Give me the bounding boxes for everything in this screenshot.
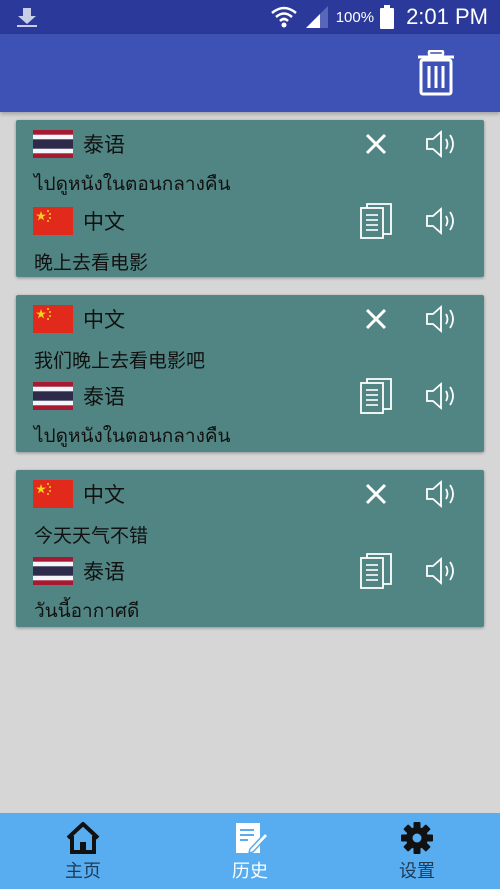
- target-language-label: 泰语: [83, 385, 125, 409]
- target-language-label: 中文: [83, 210, 125, 234]
- source-language-row: 泰语: [16, 126, 484, 162]
- wifi-icon: [270, 6, 297, 28]
- thailand-flag-icon: [33, 382, 73, 410]
- source-language-label: 泰语: [83, 133, 125, 157]
- bottom-nav: 主页 历史 设置: [0, 813, 500, 889]
- target-language-row: 泰语: [16, 553, 484, 589]
- status-clock: 2:01 PM: [406, 4, 488, 29]
- source-text-row: 我们晚上去看电影吧: [16, 341, 484, 377]
- delete-entry-button[interactable]: [358, 301, 394, 337]
- history-card[interactable]: 中文 我们晚上去看电影吧 泰语 ไปดูหนังในตอนกลางคืน: [16, 295, 484, 452]
- app-bar: [0, 34, 500, 112]
- play-target-button[interactable]: [424, 378, 460, 414]
- play-source-button[interactable]: [424, 301, 460, 337]
- china-flag-icon: [33, 480, 73, 508]
- source-text: 今天天气不错: [34, 524, 149, 547]
- source-text-row: ไปดูหนังในตอนกลางคืน: [16, 166, 484, 202]
- nav-home[interactable]: 主页: [33, 813, 133, 889]
- delete-entry-button[interactable]: [358, 476, 394, 512]
- copy-icon: [360, 553, 392, 589]
- battery-percent: 100%: [335, 8, 375, 26]
- speaker-icon: [426, 557, 454, 585]
- copy-translation-button[interactable]: [358, 378, 394, 414]
- speaker-icon: [426, 382, 454, 410]
- source-language-label: 中文: [83, 483, 125, 507]
- copy-translation-button[interactable]: [358, 553, 394, 589]
- target-text-row: 晚上去看电影: [16, 243, 484, 279]
- speaker-icon: [426, 130, 454, 158]
- speaker-icon: [426, 207, 454, 235]
- history-card[interactable]: 中文 今天天气不错 泰语 วันนี้อากาศดี: [16, 470, 484, 627]
- target-language-row: 泰语: [16, 378, 484, 414]
- thailand-flag-icon: [33, 130, 73, 158]
- history-list: 泰语 ไปดูหนังในตอนกลางคืน 中文 晚上去看电影 中文 我们晚…: [16, 120, 484, 645]
- nav-settings-label: 设置: [399, 861, 435, 882]
- speaker-icon: [426, 480, 454, 508]
- delete-entry-button[interactable]: [358, 126, 394, 162]
- target-language-label: 泰语: [83, 560, 125, 584]
- target-language-row: 中文: [16, 203, 484, 239]
- source-language-row: 中文: [16, 301, 484, 337]
- copy-translation-button[interactable]: [358, 203, 394, 239]
- history-card[interactable]: 泰语 ไปดูหนังในตอนกลางคืน 中文 晚上去看电影: [16, 120, 484, 277]
- source-text-row: 今天天气不错: [16, 516, 484, 552]
- target-text: ไปดูหนังในตอนกลางคืน: [34, 425, 231, 447]
- signal-icon: [305, 6, 328, 28]
- target-text: 晚上去看电影: [34, 251, 149, 274]
- close-icon: [365, 483, 387, 505]
- target-text: วันนี้อากาศดี: [34, 600, 140, 622]
- close-icon: [365, 308, 387, 330]
- thailand-flag-icon: [33, 557, 73, 585]
- source-language-label: 中文: [83, 308, 125, 332]
- home-icon: [66, 822, 100, 854]
- source-language-row: 中文: [16, 476, 484, 512]
- play-target-button[interactable]: [424, 203, 460, 239]
- battery-icon: [380, 5, 395, 29]
- copy-icon: [360, 378, 392, 414]
- nav-history[interactable]: 历史: [200, 813, 300, 889]
- status-bar: 100% 2:01 PM: [0, 0, 500, 34]
- nav-history-label: 历史: [232, 861, 268, 882]
- play-source-button[interactable]: [424, 476, 460, 512]
- target-text-row: ไปดูหนังในตอนกลางคืน: [16, 418, 484, 454]
- play-target-button[interactable]: [424, 553, 460, 589]
- target-text-row: วันนี้อากาศดี: [16, 593, 484, 629]
- gear-icon: [401, 822, 433, 854]
- china-flag-icon: [33, 207, 73, 235]
- play-source-button[interactable]: [424, 126, 460, 162]
- copy-icon: [360, 203, 392, 239]
- download-icon: [17, 8, 37, 27]
- edit-icon: [236, 823, 268, 855]
- trash-icon[interactable]: [416, 50, 456, 96]
- speaker-icon: [426, 305, 454, 333]
- nav-home-label: 主页: [65, 861, 101, 882]
- source-text: 我们晚上去看电影吧: [34, 349, 206, 372]
- source-text: ไปดูหนังในตอนกลางคืน: [34, 173, 231, 195]
- close-icon: [365, 133, 387, 155]
- china-flag-icon: [33, 305, 73, 333]
- nav-settings[interactable]: 设置: [367, 813, 467, 889]
